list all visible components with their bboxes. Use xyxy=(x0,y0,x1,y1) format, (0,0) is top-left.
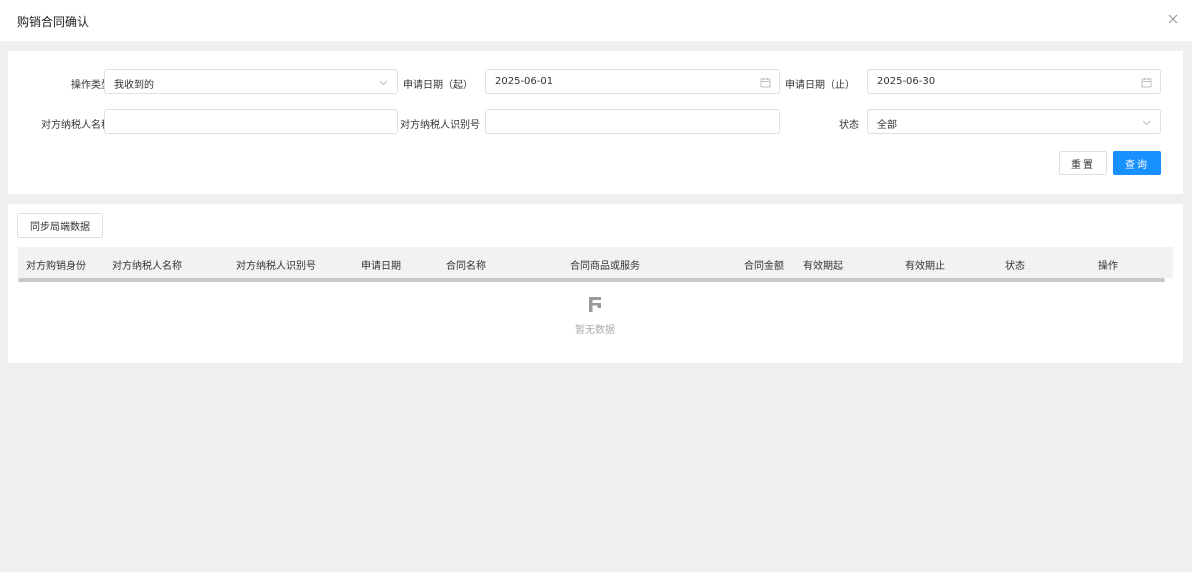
column-header: 操作 xyxy=(1098,261,1118,272)
empty-state: 暂无数据 xyxy=(553,296,637,336)
reset-button[interactable]: 重置 xyxy=(1059,151,1107,175)
counterparty-name-label: 对方纳税人名称 xyxy=(41,120,111,131)
chevron-down-icon xyxy=(379,80,388,86)
column-header: 对方纳税人名称 xyxy=(112,261,182,272)
counterparty-name-input[interactable] xyxy=(104,109,398,134)
column-header: 有效期起 xyxy=(803,261,843,272)
column-header: 有效期止 xyxy=(905,261,945,272)
dialog-header: 购销合同确认 xyxy=(0,0,1192,41)
status-value: 全部 xyxy=(877,120,897,131)
operation-type-select[interactable]: 我收到的 xyxy=(104,69,398,94)
apply-date-start-input[interactable]: 2025-06-01 xyxy=(485,69,780,94)
empty-text: 暂无数据 xyxy=(575,325,615,336)
table-panel: 同步局端数据 对方购销身份 对方纳税人名称 对方纳税人识别号 申请日期 合同名称… xyxy=(8,204,1183,363)
apply-date-end-value: 2025-06-30 xyxy=(877,76,936,87)
column-header: 合同名称 xyxy=(446,261,486,272)
horizontal-scrollbar[interactable] xyxy=(18,278,1165,282)
calendar-icon xyxy=(1141,78,1152,88)
column-header: 对方纳税人识别号 xyxy=(236,261,316,272)
apply-date-end-label: 申请日期（止） xyxy=(785,80,855,91)
apply-date-start-label: 申请日期（起） xyxy=(403,80,473,91)
filter-panel: 操作类型 我收到的 申请日期（起） 2025-06-01 申请日期（止） 202… xyxy=(8,51,1183,194)
chevron-down-icon xyxy=(1142,120,1151,126)
status-label: 状态 xyxy=(839,120,859,131)
sync-data-button[interactable]: 同步局端数据 xyxy=(17,213,103,238)
column-header: 合同金额 xyxy=(744,261,784,272)
table-header: 对方购销身份 对方纳税人名称 对方纳税人识别号 申请日期 合同名称 合同商品或服… xyxy=(18,247,1173,278)
calendar-icon xyxy=(760,78,771,88)
dialog-title: 购销合同确认 xyxy=(17,15,90,29)
apply-date-start-value: 2025-06-01 xyxy=(495,76,554,87)
column-header: 状态 xyxy=(1005,261,1025,272)
operation-type-value: 我收到的 xyxy=(114,80,154,91)
empty-data-icon xyxy=(589,297,601,312)
column-header: 对方购销身份 xyxy=(26,261,86,272)
query-button[interactable]: 查询 xyxy=(1113,151,1161,175)
counterparty-id-label: 对方纳税人识别号 xyxy=(400,120,480,131)
close-icon[interactable] xyxy=(1166,12,1180,26)
apply-date-end-input[interactable]: 2025-06-30 xyxy=(867,69,1161,94)
counterparty-id-input[interactable] xyxy=(485,109,780,134)
status-select[interactable]: 全部 xyxy=(867,109,1161,134)
column-header: 申请日期 xyxy=(361,261,401,272)
column-header: 合同商品或服务 xyxy=(570,261,640,272)
